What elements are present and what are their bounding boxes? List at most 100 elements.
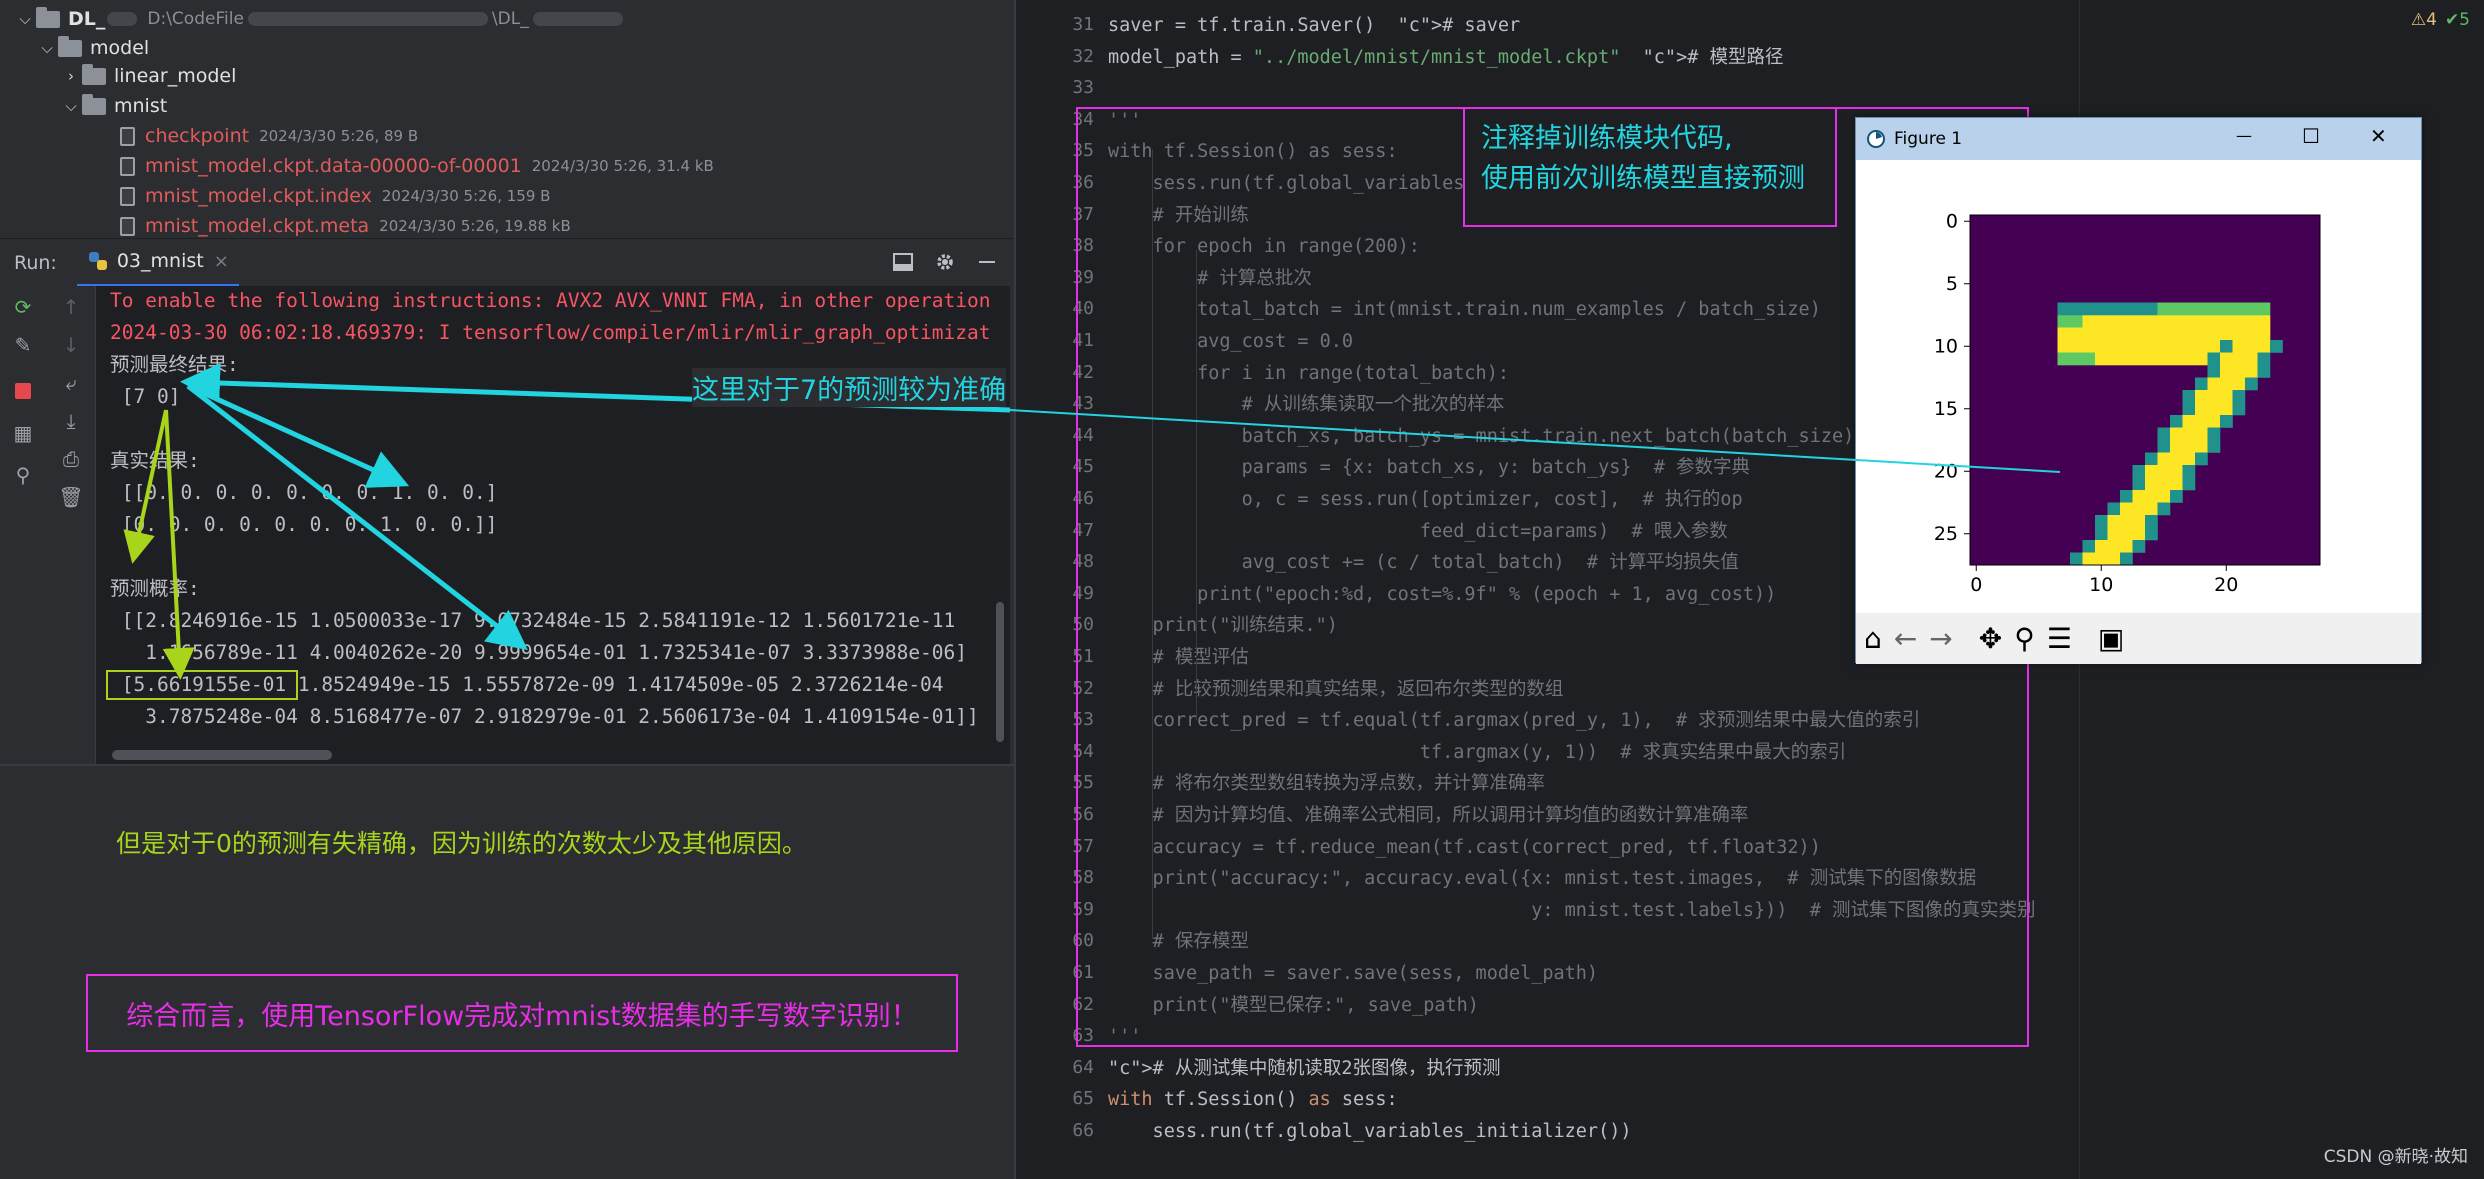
digit-pixel xyxy=(2195,327,2208,341)
digit-pixel xyxy=(2095,515,2108,528)
forward-icon[interactable]: → xyxy=(1929,622,1952,655)
digit-pixel xyxy=(2082,327,2096,341)
chevron-down-icon[interactable]: ⌵ xyxy=(60,97,82,115)
home-icon[interactable]: ⌂ xyxy=(1864,622,1882,655)
digit-pixel xyxy=(2170,477,2183,491)
file-checkpoint[interactable]: checkpoint 2024/3/30 5:26, 89 B xyxy=(120,121,418,151)
x-tick-label: 20 xyxy=(2214,574,2238,596)
scroll-to-end-icon[interactable]: ⤓ xyxy=(58,408,84,434)
digit-pixel xyxy=(2120,340,2133,353)
stop-icon[interactable] xyxy=(10,378,36,404)
digit-pixel xyxy=(2132,340,2146,353)
digit-pixel xyxy=(2195,315,2208,328)
digit-pixel xyxy=(2257,327,2271,341)
configure-icon[interactable]: ☰ xyxy=(2047,622,2072,655)
file-ckpt-index[interactable]: mnist_model.ckpt.index 2024/3/30 5:26, 1… xyxy=(120,181,550,211)
digit-pixel xyxy=(2120,515,2133,528)
ok-count: ✔5 xyxy=(2444,10,2470,30)
digit-pixel xyxy=(2157,490,2171,503)
figure-window[interactable]: Figure 1 — ☐ ✕ 0 5 10 15 20 25 0 10 20 ⌂ ← → ✥ ⚲… xyxy=(1855,117,2422,664)
pin-icon[interactable]: ⚲ xyxy=(10,462,36,488)
layout-grid-icon[interactable]: ▦ xyxy=(10,420,36,446)
digit-pixel xyxy=(2132,352,2146,366)
tree-item-linear-model[interactable]: › linear_model xyxy=(60,61,236,91)
digit-pixel xyxy=(2120,527,2133,541)
digit-pixel xyxy=(2120,540,2133,553)
digit-pixel xyxy=(2220,327,2233,341)
code-line: with tf.Session() as sess: xyxy=(1108,1089,1398,1111)
trash-icon[interactable]: 🗑 xyxy=(58,484,84,510)
digit-pixel xyxy=(2182,402,2196,416)
gear-icon[interactable] xyxy=(934,251,956,273)
maximize-button[interactable]: ☐ xyxy=(2302,124,2320,148)
root-name: DL_ xyxy=(68,8,106,30)
digit-pixel xyxy=(2220,340,2233,353)
x-tick-label: 10 xyxy=(2089,574,2113,596)
digit-pixel xyxy=(2182,477,2196,491)
console-line: [0. 0. 0. 0. 0. 0. 0. 1. 0. 0.]] xyxy=(110,513,498,536)
digit-pixel xyxy=(2120,552,2133,566)
horizontal-scrollbar[interactable] xyxy=(112,750,332,760)
digit-pixel xyxy=(2207,352,2221,366)
chevron-right-icon[interactable]: › xyxy=(60,67,82,85)
digit-pixel xyxy=(2070,340,2083,353)
digit-pixel xyxy=(2220,377,2233,391)
digit-pixel xyxy=(2082,352,2096,366)
file-ckpt-meta[interactable]: mnist_model.ckpt.meta 2024/3/30 5:26, 19… xyxy=(120,211,571,241)
digit-pixel xyxy=(2232,302,2246,316)
digit-pixel xyxy=(2207,365,2221,378)
console-output[interactable]: To enable the following instructions: AV… xyxy=(96,286,1010,764)
chevron-down-icon[interactable]: ⌵ xyxy=(36,39,58,57)
digit-pixel xyxy=(2182,315,2196,328)
digit-pixel xyxy=(2195,415,2208,428)
tree-item-model[interactable]: ⌵ model xyxy=(36,33,149,63)
layout-icon[interactable] xyxy=(892,251,914,273)
arrow-up-icon[interactable]: ↑ xyxy=(58,294,84,320)
digit-pixel xyxy=(2145,452,2158,466)
figure-titlebar[interactable]: Figure 1 — ☐ ✕ xyxy=(1856,118,2421,160)
digit-pixel xyxy=(2157,440,2171,453)
digit-pixel xyxy=(2182,440,2196,453)
digit-pixel xyxy=(2207,340,2221,353)
zoom-icon[interactable]: ⚲ xyxy=(2014,622,2035,655)
file-ckpt-data[interactable]: mnist_model.ckpt.data-00000-of-00001 202… xyxy=(120,151,714,181)
save-icon[interactable]: ▣ xyxy=(2098,622,2124,655)
minimize-icon[interactable] xyxy=(976,251,998,273)
digit-pixel xyxy=(2145,527,2158,541)
digit-pixel xyxy=(2170,315,2183,328)
y-tick-label: 15 xyxy=(1934,398,1958,420)
back-icon[interactable]: ← xyxy=(1894,622,1917,655)
digit-pixel xyxy=(2157,427,2171,441)
close-icon[interactable]: × xyxy=(214,251,229,272)
arrow-down-icon[interactable]: ↓ xyxy=(58,332,84,358)
digit-pixel xyxy=(2157,315,2171,328)
digit-pixel xyxy=(2145,465,2158,478)
close-button[interactable]: ✕ xyxy=(2370,124,2387,148)
digit-pixel xyxy=(2195,352,2208,366)
file-icon xyxy=(120,216,135,236)
soft-wrap-icon[interactable]: ⤶ xyxy=(58,370,84,396)
tree-item-mnist[interactable]: ⌵ mnist xyxy=(60,91,167,121)
line-number: 65 xyxy=(1072,1088,1094,1110)
digit-pixel xyxy=(2257,352,2271,366)
digit-pixel xyxy=(2070,327,2083,341)
digit-pixel xyxy=(2195,302,2208,316)
digit-pixel xyxy=(2195,452,2208,466)
figure-toolbar: ⌂ ← → ✥ ⚲ ☰ ▣ xyxy=(1856,613,2421,664)
digit-pixel xyxy=(2170,427,2183,441)
print-icon[interactable]: ⎙ xyxy=(58,446,84,472)
tree-root[interactable]: ⌵ DL_ D:\CodeFile \DL_ xyxy=(14,4,623,34)
digit-pixel xyxy=(2157,302,2171,316)
digit-pixel xyxy=(2107,327,2121,341)
pan-icon[interactable]: ✥ xyxy=(1979,622,2002,655)
digit-pixel xyxy=(2182,340,2196,353)
minimize-button[interactable]: — xyxy=(2236,126,2252,145)
chevron-down-icon[interactable]: ⌵ xyxy=(14,10,36,28)
vertical-scrollbar[interactable] xyxy=(996,602,1004,742)
inspection-widget[interactable]: ⚠4 ✔5 xyxy=(2411,10,2470,30)
rerun-icon[interactable]: ⟳ xyxy=(10,294,36,320)
file-icon xyxy=(120,126,135,146)
wrench-icon[interactable]: ✎ xyxy=(10,332,36,358)
annotation-summary: 综合而言，使用TensorFlow完成对mnist数据集的手写数字识别！ xyxy=(126,1000,918,1032)
run-tab[interactable]: 03_mnist × xyxy=(76,239,239,287)
